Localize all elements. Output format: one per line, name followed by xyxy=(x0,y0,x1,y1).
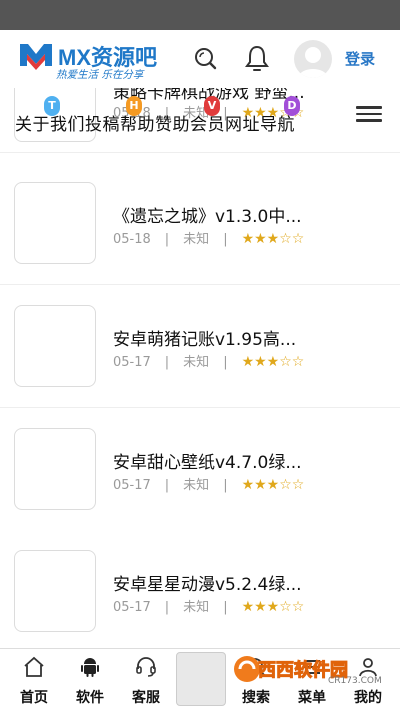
menu-line xyxy=(356,106,382,109)
item-date: 05-17 xyxy=(113,355,151,370)
meta-separator: | xyxy=(164,232,170,247)
list-item[interactable]: 安卓甜心壁纸v4.7.0绿... 05-17 | 未知 | ★★★☆☆ xyxy=(0,408,400,531)
item-size: 未知 xyxy=(183,600,210,615)
app-thumbnail xyxy=(14,550,96,632)
item-title[interactable]: 安卓萌猪记账v1.95高... xyxy=(113,325,296,350)
app-thumbnail xyxy=(14,305,96,387)
recent-apps-thumbnail[interactable] xyxy=(176,652,226,706)
rating-stars: ★★★☆☆ xyxy=(241,599,305,615)
meta-separator: | xyxy=(223,355,228,370)
app-thumbnail xyxy=(14,182,96,264)
item-meta: 05-17 | 未知 | ★★★☆☆ xyxy=(113,474,304,493)
tab-service[interactable]: 客服 xyxy=(118,649,174,712)
nav-bar: T H V D 关于我们投稿帮助赞助会员网址导航 xyxy=(0,88,400,146)
logo-mark-icon xyxy=(20,44,52,70)
site-logo[interactable]: MX资源吧 热爱生活 乐在分享 xyxy=(18,40,168,81)
tab-label: 搜索 xyxy=(242,690,270,706)
tab-label: 客服 xyxy=(132,690,160,706)
item-date: 05-18 xyxy=(113,232,151,247)
meta-separator: | xyxy=(223,232,228,247)
item-meta: 05-18 | 未知 | ★★★☆☆ xyxy=(113,228,304,247)
watermark-subtext: CR173.COM xyxy=(328,676,382,686)
meta-separator: | xyxy=(223,478,228,493)
meta-separator: | xyxy=(164,478,170,493)
tab-software[interactable]: 软件 xyxy=(62,649,118,712)
login-link[interactable]: 登录 xyxy=(345,48,375,69)
watermark: 西西软件园 CR173.COM xyxy=(232,650,384,690)
status-bar xyxy=(0,0,400,30)
item-size: 未知 xyxy=(183,355,210,370)
list-item[interactable]: 安卓星星动漫v5.2.4绿... 05-17 | 未知 | ★★★☆☆ xyxy=(0,530,400,652)
android-icon xyxy=(81,658,99,677)
item-title[interactable]: 《遗忘之城》v1.3.0中... xyxy=(113,202,302,227)
hamburger-menu-button[interactable] xyxy=(356,102,382,124)
tab-home[interactable]: 首页 xyxy=(6,649,62,712)
item-size: 未知 xyxy=(183,232,210,247)
rating-stars: ★★★☆☆ xyxy=(241,477,305,493)
meta-separator: | xyxy=(164,355,170,370)
list-item[interactable]: 《遗忘之城》v1.3.0中... 05-18 | 未知 | ★★★☆☆ xyxy=(0,162,400,285)
menu-line xyxy=(356,112,382,115)
list-item[interactable]: 安卓萌猪记账v1.95高... 05-17 | 未知 | ★★★☆☆ xyxy=(0,285,400,408)
tab-label: 软件 xyxy=(76,690,104,706)
tab-label: 首页 xyxy=(20,690,48,706)
meta-separator: | xyxy=(164,600,170,615)
bell-icon[interactable] xyxy=(244,44,270,72)
item-date: 05-17 xyxy=(113,478,151,493)
item-date: 05-17 xyxy=(113,600,151,615)
menu-line xyxy=(356,119,382,122)
nav-links[interactable]: 关于我们投稿帮助赞助会员网址导航 xyxy=(15,110,295,135)
item-meta: 05-17 | 未知 | ★★★☆☆ xyxy=(113,596,304,615)
tab-label: 菜单 xyxy=(298,690,326,706)
item-title[interactable]: 安卓星星动漫v5.2.4绿... xyxy=(113,570,302,595)
search-icon[interactable] xyxy=(193,46,217,70)
item-size: 未知 xyxy=(183,478,210,493)
item-meta: 05-17 | 未知 | ★★★☆☆ xyxy=(113,351,304,370)
user-avatar-icon xyxy=(298,47,328,78)
meta-separator: | xyxy=(223,600,228,615)
avatar[interactable] xyxy=(294,40,332,78)
app-thumbnail xyxy=(14,428,96,510)
rating-stars: ★★★☆☆ xyxy=(241,354,305,370)
item-title[interactable]: 安卓甜心壁纸v4.7.0绿... xyxy=(113,448,302,473)
headset-icon xyxy=(136,657,156,677)
tab-label: 我的 xyxy=(354,690,382,706)
site-header: MX资源吧 热爱生活 乐在分享 登录 xyxy=(0,30,400,88)
rating-stars: ★★★☆☆ xyxy=(241,231,305,247)
logo-slogan: 热爱生活 乐在分享 xyxy=(56,69,144,81)
home-icon xyxy=(24,656,44,677)
